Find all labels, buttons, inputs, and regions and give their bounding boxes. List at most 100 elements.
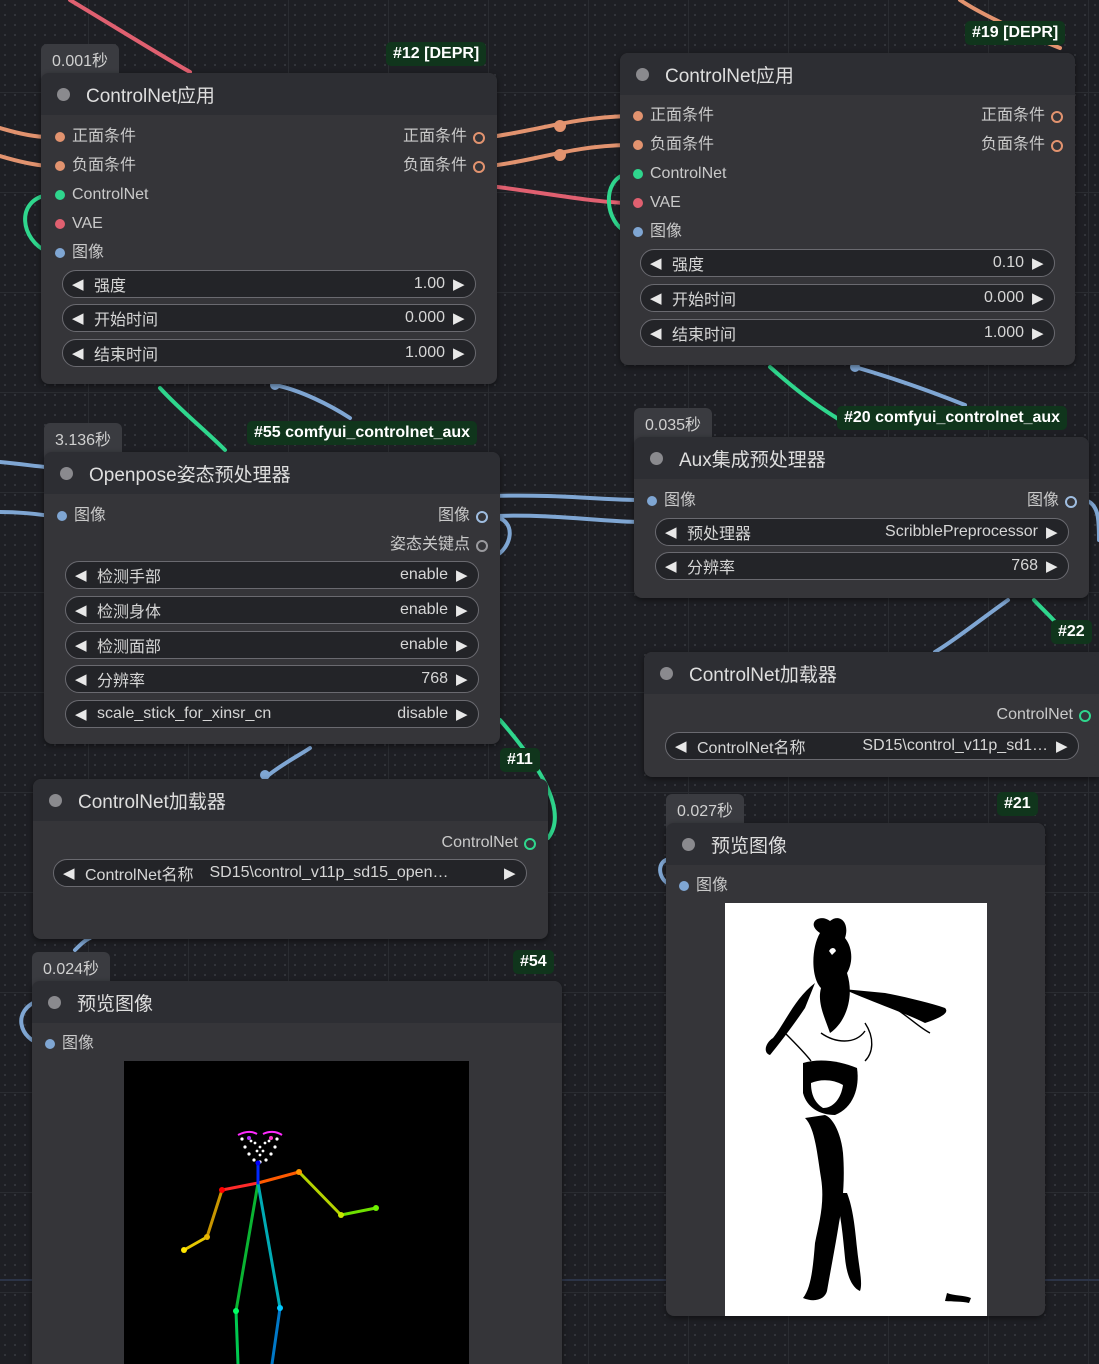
slot-dot-icon[interactable] — [679, 881, 689, 891]
status-dot-icon[interactable] — [48, 995, 61, 1009]
arrow-left-icon[interactable]: ◀ — [66, 705, 95, 723]
arrow-left-icon[interactable]: ◀ — [66, 601, 95, 619]
widget-end-percent[interactable]: ◀ 结束时间 1.000 ▶ — [640, 319, 1055, 347]
slot-dot-icon[interactable] — [55, 161, 65, 171]
output-slot-image[interactable]: 图像 — [1027, 490, 1085, 512]
node-title-bar[interactable]: ControlNet加载器 — [33, 779, 548, 821]
status-dot-icon[interactable] — [682, 837, 695, 851]
arrow-left-icon[interactable]: ◀ — [641, 254, 670, 272]
input-slot-vae[interactable]: VAE — [624, 192, 681, 214]
arrow-right-icon[interactable]: ▶ — [1056, 737, 1078, 755]
widget-detect-body[interactable]: ◀ 检测身体 enable ▶ — [65, 596, 479, 624]
slot-dot-icon[interactable] — [524, 838, 536, 850]
status-dot-icon[interactable] — [57, 87, 70, 101]
node-body[interactable]: ControlNet应用 正面条件 负面条件 ControlNet VAE 图像… — [620, 53, 1075, 365]
slot-dot-icon[interactable] — [1051, 140, 1063, 152]
widget-value[interactable]: 1.000 — [158, 344, 453, 362]
slot-dot-icon[interactable] — [55, 190, 65, 200]
widget-value[interactable]: 1.000 — [736, 324, 1032, 342]
arrow-left-icon[interactable]: ◀ — [66, 636, 95, 654]
arrow-right-icon[interactable]: ▶ — [456, 636, 478, 654]
output-slot-positive[interactable]: 正面条件 — [403, 126, 493, 148]
input-slot-vae[interactable]: VAE — [46, 213, 103, 235]
node-body[interactable]: ControlNet应用 正面条件 负面条件 ControlNet VAE 图像… — [41, 73, 497, 384]
widget-preprocessor[interactable]: ◀ 预处理器 ScribblePreprocessor ▶ — [655, 518, 1069, 546]
slot-dot-icon[interactable] — [57, 511, 67, 521]
arrow-right-icon[interactable]: ▶ — [1032, 324, 1054, 342]
node-body[interactable]: ControlNet加载器 ControlNet ◀ ControlNet名称 SD… — [33, 779, 548, 939]
node-body[interactable]: 预览图像 图像 — [666, 823, 1045, 1316]
widget-start-percent[interactable]: ◀ 开始时间 0.000 ▶ — [640, 284, 1055, 312]
widget-value[interactable]: disable — [271, 705, 456, 723]
widget-scale-stick[interactable]: ◀ scale_stick_for_xinsr_cn disable ▶ — [65, 700, 479, 728]
arrow-left-icon[interactable]: ◀ — [66, 566, 95, 584]
arrow-right-icon[interactable]: ▶ — [453, 275, 475, 293]
slot-dot-icon[interactable] — [633, 140, 643, 150]
widget-value[interactable]: SD15\control_v11p_sd15_open… — [193, 864, 504, 882]
arrow-left-icon[interactable]: ◀ — [641, 289, 670, 307]
status-dot-icon[interactable] — [49, 793, 62, 807]
arrow-right-icon[interactable]: ▶ — [1046, 523, 1068, 541]
output-slot-pose-keypoint[interactable]: 姿态关键点 — [390, 534, 496, 556]
input-slot-controlnet[interactable]: ControlNet — [624, 163, 726, 185]
input-slot-positive[interactable]: 正面条件 — [624, 105, 714, 127]
input-slot-negative[interactable]: 负面条件 — [46, 155, 136, 177]
arrow-right-icon[interactable]: ▶ — [456, 670, 478, 688]
arrow-right-icon[interactable]: ▶ — [1032, 254, 1054, 272]
arrow-right-icon[interactable]: ▶ — [504, 864, 526, 882]
widget-strength[interactable]: ◀ 强度 1.00 ▶ — [62, 270, 476, 298]
widget-value[interactable]: enable — [161, 636, 456, 654]
widget-detect-hand[interactable]: ◀ 检测手部 enable ▶ — [65, 561, 479, 589]
widget-detect-face[interactable]: ◀ 检测面部 enable ▶ — [65, 631, 479, 659]
widget-value[interactable]: 768 — [145, 670, 456, 688]
input-slot-image[interactable]: 图像 — [46, 242, 104, 264]
node-title-bar[interactable]: Openpose姿态预处理器 — [44, 452, 500, 494]
arrow-right-icon[interactable]: ▶ — [1032, 289, 1054, 307]
arrow-left-icon[interactable]: ◀ — [656, 557, 685, 575]
input-slot-positive[interactable]: 正面条件 — [46, 126, 136, 148]
status-dot-icon[interactable] — [636, 67, 649, 81]
status-dot-icon[interactable] — [60, 466, 73, 480]
arrow-right-icon[interactable]: ▶ — [453, 344, 475, 362]
widget-resolution[interactable]: ◀ 分辨率 768 ▶ — [65, 665, 479, 693]
output-slot-controlnet[interactable]: ControlNet — [442, 832, 544, 854]
arrow-right-icon[interactable]: ▶ — [1046, 557, 1068, 575]
arrow-right-icon[interactable]: ▶ — [456, 566, 478, 584]
widget-strength[interactable]: ◀ 强度 0.10 ▶ — [640, 249, 1055, 277]
node-body[interactable]: 预览图像 图像 — [32, 981, 562, 1364]
output-slot-image[interactable]: 图像 — [438, 505, 496, 527]
widget-value[interactable]: SD15\control_v11p_sd1… — [805, 737, 1056, 755]
arrow-left-icon[interactable]: ◀ — [666, 737, 695, 755]
arrow-left-icon[interactable]: ◀ — [66, 670, 95, 688]
slot-dot-icon[interactable] — [633, 169, 643, 179]
widget-value[interactable]: ScribblePreprocessor — [751, 523, 1046, 541]
arrow-left-icon[interactable]: ◀ — [656, 523, 685, 541]
input-slot-image[interactable]: 图像 — [624, 221, 682, 243]
widget-value[interactable]: 0.10 — [704, 254, 1032, 272]
input-slot-controlnet[interactable]: ControlNet — [46, 184, 148, 206]
slot-dot-icon[interactable] — [476, 511, 488, 523]
node-title-bar[interactable]: Aux集成预处理器 — [634, 437, 1089, 479]
arrow-right-icon[interactable]: ▶ — [456, 705, 478, 723]
status-dot-icon[interactable] — [660, 666, 673, 680]
arrow-left-icon[interactable]: ◀ — [63, 344, 92, 362]
widget-controlnet-name[interactable]: ◀ ControlNet名称 SD15\control_v11p_sd1… ▶ — [665, 732, 1079, 760]
slot-dot-icon[interactable] — [473, 161, 485, 173]
input-slot-negative[interactable]: 负面条件 — [624, 134, 714, 156]
widget-resolution[interactable]: ◀ 分辨率 768 ▶ — [655, 552, 1069, 580]
slot-dot-icon[interactable] — [1051, 111, 1063, 123]
widget-controlnet-name[interactable]: ◀ ControlNet名称 SD15\control_v11p_sd15_open… — [53, 859, 527, 887]
slot-dot-icon[interactable] — [1079, 710, 1091, 722]
slot-dot-icon[interactable] — [45, 1039, 55, 1049]
node-title-bar[interactable]: 预览图像 — [666, 823, 1045, 865]
node-title-bar[interactable]: ControlNet应用 — [620, 53, 1075, 95]
node-body[interactable]: ControlNet加载器 ControlNet ◀ ControlNet名称 SD… — [644, 652, 1099, 777]
slot-dot-icon[interactable] — [633, 111, 643, 121]
node-title-bar[interactable]: ControlNet加载器 — [644, 652, 1099, 694]
widget-value[interactable]: enable — [161, 601, 456, 619]
widget-value[interactable]: 0.000 — [158, 309, 453, 327]
widget-value[interactable]: 1.00 — [126, 275, 453, 293]
slot-dot-icon[interactable] — [55, 248, 65, 258]
node-body[interactable]: Aux集成预处理器 图像 图像 ◀ 预处理器 ScribblePreprocesso… — [634, 437, 1089, 598]
output-slot-negative[interactable]: 负面条件 — [403, 155, 493, 177]
